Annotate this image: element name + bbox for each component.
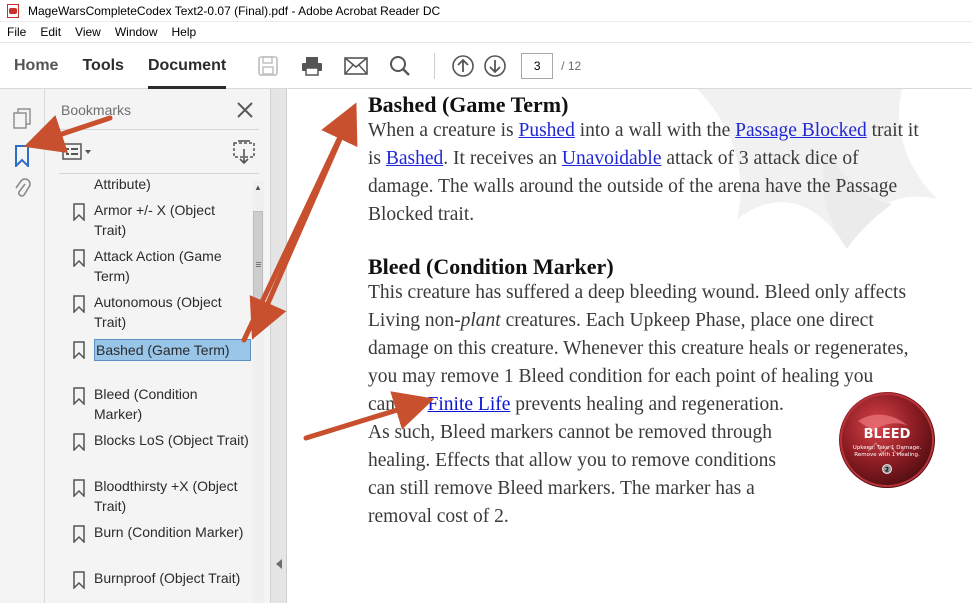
bookmark-label: Bleed (Condition Marker) xyxy=(94,386,198,422)
menu-file[interactable]: File xyxy=(0,25,33,39)
paragraph-line: cancel. Finite Life prevents healing and… xyxy=(368,394,784,415)
bookmark-label: Burnproof (Object Trait) xyxy=(94,570,241,586)
link-bashed[interactable]: Bashed xyxy=(386,148,443,169)
bookmark-ribbon-icon xyxy=(73,203,85,221)
print-icon[interactable] xyxy=(298,52,326,80)
bookmark-ribbon-icon xyxy=(73,387,85,405)
panel-splitter[interactable] xyxy=(271,89,287,603)
navigation-rail xyxy=(0,89,45,603)
bookmark-ribbon-icon xyxy=(73,479,85,497)
bookmark-label: Autonomous (Object Trait) xyxy=(94,294,222,330)
paragraph-line: removal cost of 2. xyxy=(368,506,509,527)
paragraph-line: healing. Effects that allow you to remov… xyxy=(368,450,776,471)
bookmark-item[interactable]: Attack Action (Game Term) xyxy=(59,245,252,285)
close-icon[interactable] xyxy=(235,100,255,120)
paragraph-line: damage. The walls around the outside of … xyxy=(368,176,898,197)
bookmark-label: Attribute) xyxy=(94,176,151,192)
bookmark-label: Blocks LoS (Object Trait) xyxy=(94,432,249,448)
page-down-icon[interactable] xyxy=(481,52,509,80)
paragraph-line: Blocked trait. xyxy=(368,204,475,225)
bookmark-item-selected[interactable]: Bashed (Game Term) xyxy=(59,337,252,377)
bookmarks-panel-title: Bookmarks xyxy=(61,102,132,118)
title-bar: MageWarsCompleteCodex Text2-0.07 (Final)… xyxy=(0,0,972,22)
pages-thumbnail-icon[interactable] xyxy=(10,107,34,131)
bookmark-item[interactable]: Bloodthirsty +X (Object Trait) xyxy=(59,475,252,515)
scroll-up-icon[interactable]: ▲ xyxy=(252,181,264,193)
page-up-icon[interactable] xyxy=(449,52,477,80)
tab-tools[interactable]: Tools xyxy=(82,42,123,89)
section-heading: Bleed (Condition Marker) xyxy=(368,254,614,279)
bookmarks-panel: Bookmarks Attribute) Armor +/- X (Object… xyxy=(45,89,271,603)
bookmark-item[interactable]: Blocks LoS (Object Trait) xyxy=(59,429,252,469)
bookmark-label: Armor +/- X (Object Trait) xyxy=(94,202,215,238)
save-icon[interactable] xyxy=(254,52,282,80)
link-passage-blocked[interactable]: Passage Blocked xyxy=(735,120,867,141)
bookmark-ribbon-icon xyxy=(73,295,85,313)
tab-document[interactable]: Document xyxy=(147,42,227,89)
tab-home[interactable]: Home xyxy=(14,42,58,89)
mail-icon[interactable] xyxy=(342,52,370,80)
paragraph-line: Living non-plant creatures. Each Upkeep … xyxy=(368,310,874,331)
bookmark-item[interactable]: Attribute) xyxy=(59,175,252,195)
paragraph-line: This creature has suffered a deep bleedi… xyxy=(368,282,907,303)
paragraph-line: you may remove 1 Bleed condition for eac… xyxy=(368,366,874,387)
token-text-1: Upkeep: Take 1 Damage. xyxy=(853,445,922,451)
bookmark-ribbon-icon xyxy=(73,249,85,267)
bookmark-item[interactable]: Bleed (Condition Marker) xyxy=(59,383,252,423)
menu-edit[interactable]: Edit xyxy=(33,25,68,39)
token-title: BLEED xyxy=(864,427,911,442)
bookmark-list: Attribute) Armor +/- X (Object Trait) At… xyxy=(59,175,252,603)
scroll-thumb[interactable] xyxy=(253,211,263,321)
link-unavoidable[interactable]: Unavoidable xyxy=(562,148,662,169)
bookmark-item[interactable]: Armor +/- X (Object Trait) xyxy=(59,199,252,239)
menu-window[interactable]: Window xyxy=(108,25,165,39)
panel-divider xyxy=(59,129,259,130)
search-icon[interactable] xyxy=(386,52,414,80)
main-toolbar: Home Tools Document 3 / 12 xyxy=(0,42,972,89)
bookmark-options-icon[interactable] xyxy=(61,141,95,163)
bookmark-ribbon-icon xyxy=(73,525,85,543)
bookmark-panel-icon[interactable] xyxy=(10,144,34,168)
attachments-icon[interactable] xyxy=(10,177,34,201)
token-text-2: Remove with 1 Healing. xyxy=(854,452,920,458)
bookmarks-scrollbar[interactable]: ▲ xyxy=(252,181,264,603)
bookmark-label: Bloodthirsty +X (Object Trait) xyxy=(94,478,238,514)
page-total: / 12 xyxy=(561,58,582,73)
section-heading: Bashed (Game Term) xyxy=(368,92,569,117)
bookmark-item[interactable]: Autonomous (Object Trait) xyxy=(59,291,252,331)
paragraph-line: As such, Bleed markers cannot be removed… xyxy=(368,422,772,443)
bookmark-item[interactable]: Burn (Condition Marker) xyxy=(59,521,252,561)
expand-bookmark-icon[interactable] xyxy=(231,139,259,165)
window-title: MageWarsCompleteCodex Text2-0.07 (Final)… xyxy=(28,3,441,18)
bookmark-ribbon-icon xyxy=(73,571,85,589)
collapse-panel-icon[interactable] xyxy=(276,559,282,569)
bookmark-ribbon-icon xyxy=(73,433,85,451)
bookmark-label: Bashed (Game Term) xyxy=(94,339,251,361)
link-finite-life[interactable]: Finite Life xyxy=(428,394,511,415)
link-pushed[interactable]: Pushed xyxy=(519,120,575,141)
paragraph-line: can still remove Bleed markers. The mark… xyxy=(368,478,755,499)
bookmark-item[interactable]: Burnproof (Object Trait) xyxy=(59,567,252,603)
toolbar-divider xyxy=(434,52,436,79)
page-number-input[interactable]: 3 xyxy=(521,52,554,79)
paragraph-line: When a creature is Pushed into a wall wi… xyxy=(368,120,919,141)
menu-bar: File Edit View Window Help xyxy=(0,22,972,42)
document-view[interactable]: Bashed (Game Term) When a creature is Pu… xyxy=(287,89,972,603)
panel-divider-2 xyxy=(59,173,259,174)
paragraph-line: is Bashed. It receives an Unavoidable at… xyxy=(368,148,859,169)
acrobat-app-icon xyxy=(6,3,20,18)
bookmark-ribbon-icon xyxy=(73,341,85,359)
paragraph-line: damage on this creature. Whenever this c… xyxy=(368,338,909,359)
bookmark-label: Burn (Condition Marker) xyxy=(94,524,244,540)
bleed-marker-image: BLEED Upkeep: Take 1 Damage. Remove with… xyxy=(838,391,936,489)
token-cost: 2 xyxy=(885,467,889,474)
menu-view[interactable]: View xyxy=(68,25,108,39)
menu-help[interactable]: Help xyxy=(165,25,204,39)
bookmark-label: Attack Action (Game Term) xyxy=(94,248,222,284)
